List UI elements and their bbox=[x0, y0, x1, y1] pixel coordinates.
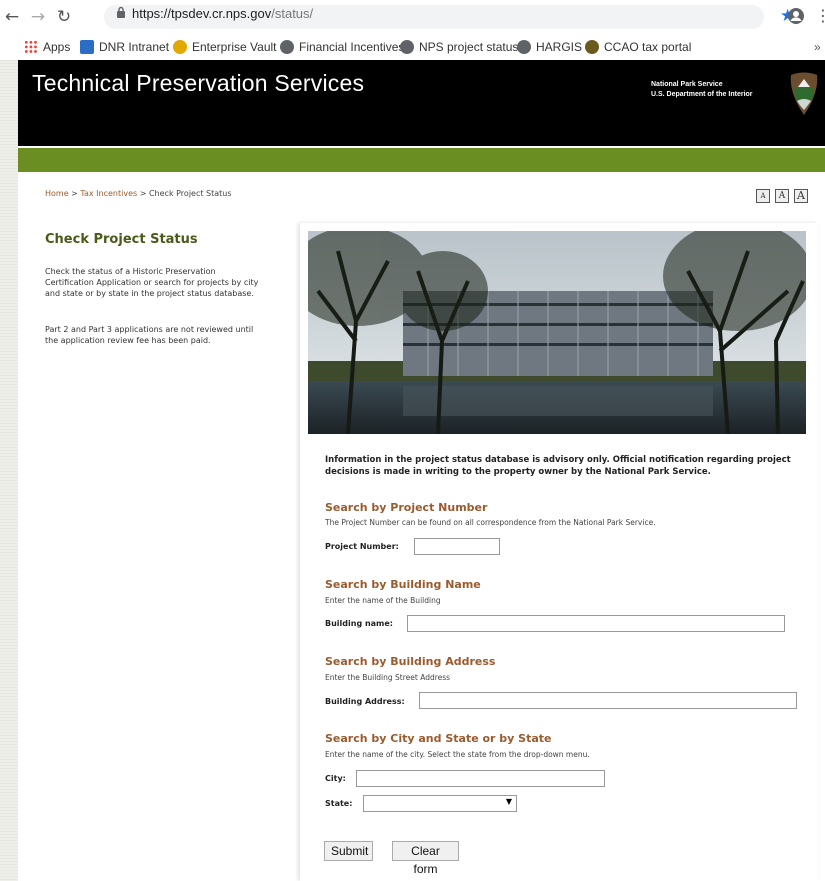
url-path: /status/ bbox=[271, 6, 314, 21]
page-left-border bbox=[0, 60, 18, 881]
bookmark-label: HARGIS bbox=[536, 40, 583, 54]
bookmark-apps[interactable]: Apps bbox=[24, 38, 70, 56]
submit-button[interactable]: Submit bbox=[324, 841, 373, 861]
breadcrumb: Home > Tax Incentives > Check Project St… bbox=[45, 189, 232, 198]
sharepoint-icon bbox=[80, 40, 94, 54]
bookmark-financial-incentives[interactable]: Financial Incentives bbox=[280, 38, 404, 56]
building-name-label: Building name: bbox=[325, 619, 394, 628]
profile-avatar-icon[interactable] bbox=[785, 5, 807, 27]
browser-toolbar: ← → ↻ https://tpsdev.cr.nps.gov/status/ … bbox=[0, 0, 825, 34]
clear-form-button[interactable]: Clear form bbox=[392, 841, 459, 876]
nps-arrowhead-logo[interactable] bbox=[788, 71, 820, 117]
bookmark-dnr-intranet[interactable]: DNR Intranet bbox=[80, 38, 169, 56]
bookmarks-bar: Apps DNR Intranet Enterprise Vault Finan… bbox=[0, 34, 825, 61]
sidebar-intro: Check the status of a Historic Preservat… bbox=[45, 267, 259, 298]
city-label: City: bbox=[325, 774, 346, 783]
city-state-section-title: Search by City and State or by State bbox=[325, 732, 552, 745]
dropdown-arrow-icon: ▼ bbox=[505, 797, 512, 806]
bookmark-label: Financial Incentives bbox=[299, 40, 405, 54]
forward-arrow-icon[interactable]: → bbox=[28, 7, 48, 27]
url-text[interactable]: https://tpsdev.cr.nps.gov/status/ bbox=[132, 6, 313, 21]
bookmark-label: CCAO tax portal bbox=[604, 40, 692, 54]
font-size-medium-button[interactable]: A bbox=[775, 189, 789, 203]
building-address-description: Enter the Building Street Address bbox=[325, 673, 451, 682]
nav-green-bar bbox=[18, 146, 825, 172]
globe-icon bbox=[517, 40, 531, 54]
vault-icon bbox=[173, 40, 187, 54]
breadcrumb-home-link[interactable]: Home bbox=[45, 189, 69, 198]
building-name-description: Enter the name of the Building bbox=[325, 596, 441, 605]
building-address-input[interactable] bbox=[419, 692, 797, 709]
project-number-description: The Project Number can be found on all c… bbox=[325, 518, 656, 527]
globe-icon bbox=[280, 40, 294, 54]
breadcrumb-current: Check Project Status bbox=[148, 189, 232, 198]
back-arrow-icon[interactable]: ← bbox=[2, 7, 22, 27]
bookmark-label: NPS project status bbox=[419, 40, 519, 54]
sidebar-title: Check Project Status bbox=[45, 232, 198, 247]
building-name-section-title: Search by Building Name bbox=[325, 578, 481, 591]
advisory-notice: Information in the project status databa… bbox=[325, 455, 791, 477]
font-size-large-button[interactable]: A bbox=[794, 189, 808, 203]
building-address-section-title: Search by Building Address bbox=[325, 655, 496, 668]
bookmark-label: Apps bbox=[43, 40, 71, 54]
building-address-label: Building Address: bbox=[325, 697, 405, 706]
bookmark-ccao-tax-portal[interactable]: CCAO tax portal bbox=[585, 38, 691, 56]
project-number-section-title: Search by Project Number bbox=[325, 501, 488, 514]
building-photo bbox=[288, 221, 813, 435]
building-name-input[interactable] bbox=[407, 615, 785, 632]
city-state-description: Enter the name of the city. Select the s… bbox=[325, 750, 590, 759]
bookmark-label: Enterprise Vault bbox=[192, 40, 277, 54]
font-size-small-button[interactable]: A bbox=[756, 189, 770, 203]
sidebar-fee-note: Part 2 and Part 3 applications are not r… bbox=[45, 325, 254, 345]
browser-menu-icon[interactable]: ⋮ bbox=[815, 6, 825, 25]
state-dropdown[interactable]: ▼ bbox=[363, 795, 517, 812]
bookmark-nps-project-status[interactable]: NPS project status bbox=[400, 38, 518, 56]
reload-icon[interactable]: ↻ bbox=[54, 7, 74, 27]
ccao-icon bbox=[585, 40, 599, 54]
agency-line-nps: National Park Service bbox=[651, 81, 723, 88]
lock-icon[interactable] bbox=[116, 6, 126, 21]
breadcrumb-separator: > bbox=[68, 189, 81, 198]
bookmark-enterprise-vault[interactable]: Enterprise Vault bbox=[173, 38, 277, 56]
project-number-label: Project Number: bbox=[325, 542, 399, 551]
bookmark-label: DNR Intranet bbox=[99, 40, 170, 54]
city-input[interactable] bbox=[356, 770, 605, 787]
apps-grid-icon bbox=[24, 40, 38, 54]
state-label: State: bbox=[325, 799, 353, 808]
url-host: https://tpsdev.cr.nps.gov bbox=[132, 6, 272, 21]
project-number-input[interactable] bbox=[414, 538, 500, 555]
agency-name[interactable]: National Park Service U.S. Department of… bbox=[651, 80, 753, 100]
breadcrumb-separator: > bbox=[137, 189, 149, 198]
bookmarks-overflow[interactable]: » bbox=[814, 38, 821, 56]
agency-line-doi: U.S. Department of the Interior bbox=[651, 91, 753, 98]
breadcrumb-tax-incentives-link[interactable]: Tax Incentives bbox=[80, 189, 137, 198]
site-title[interactable]: Technical Preservation Services bbox=[32, 70, 364, 97]
bookmark-hargis[interactable]: HARGIS bbox=[517, 38, 582, 56]
globe-icon bbox=[400, 40, 414, 54]
